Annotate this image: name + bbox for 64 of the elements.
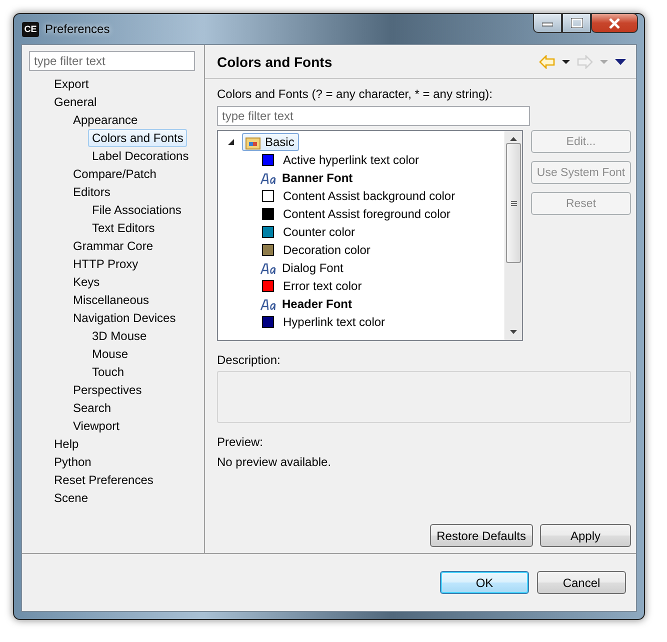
tree-item[interactable]: Help [50,435,83,453]
tree-item[interactable]: Appearance [69,111,142,129]
preview-text: No preview available. [217,455,332,469]
view-menu-icon[interactable] [615,58,626,64]
cancel-button[interactable]: Cancel [537,571,626,594]
tree-item[interactable]: Export [50,75,93,93]
folder-icon [245,134,261,150]
font-icon [260,262,277,274]
dropdown-icon[interactable] [562,60,570,64]
tree-item[interactable]: General [50,93,101,111]
tree-item[interactable]: Banner Font [282,171,353,185]
preview-label: Preview: [217,435,264,449]
tree-item[interactable]: Content Assist foreground color [283,207,450,221]
window-title: Preferences [45,22,110,36]
tree-item[interactable]: Hyperlink text color [283,315,386,329]
page-title: Colors and Fonts [217,54,332,70]
expand-icon[interactable] [228,138,235,146]
grip-icon [510,200,516,206]
maximize-button[interactable] [562,13,591,33]
tree-item[interactable]: Miscellaneous [69,291,154,309]
tree-item[interactable]: Header Font [282,297,352,311]
tree-item[interactable]: Reset Preferences [50,471,158,489]
minimize-button[interactable] [533,13,562,33]
tree-item[interactable]: Scene [50,489,92,507]
font-icon [260,172,277,184]
tree-item[interactable]: Counter color [283,225,356,239]
filter-field[interactable]: type filter text [217,106,530,126]
tree-item[interactable]: HTTP Proxy [69,255,142,273]
app-icon: CE [22,22,39,36]
tree-item[interactable]: File Associations [88,201,186,219]
tree-item[interactable]: Viewport [69,417,124,435]
tree-item[interactable]: 3D Mouse [88,327,151,345]
restore-defaults-button[interactable]: Restore Defaults [430,524,533,547]
close-button[interactable] [591,13,638,33]
tree-item[interactable]: Active hyperlink text color [283,153,420,167]
apply-button[interactable]: Apply [540,524,631,547]
font-icon [260,298,277,310]
tree-item[interactable]: Label Decorations [88,147,193,165]
scrollbar[interactable] [504,131,522,340]
tree-item[interactable]: Error text color [283,279,362,293]
description-label: Description: [217,353,282,367]
tree-item[interactable]: Touch [88,363,128,381]
scroll-up-icon[interactable] [510,137,517,141]
tree-item[interactable]: Compare/Patch [69,165,160,183]
tree-item[interactable]: Perspectives [69,381,146,399]
tree-item[interactable]: Content Assist background color [283,189,456,203]
tree-item[interactable]: Decoration color [283,243,370,257]
tree-item[interactable]: Text Editors [88,219,159,237]
tree-item[interactable]: Python [50,453,96,471]
close-icon [608,18,621,28]
tree-item[interactable]: Colors and Fonts [88,129,188,147]
tree-item[interactable]: Mouse [88,345,132,363]
filter-field[interactable]: type filter text [29,51,195,71]
tree-item[interactable]: Editors [69,183,114,201]
ok-button[interactable]: OK [440,571,529,594]
maximize-icon [570,18,582,28]
tree-item[interactable]: Dialog Font [282,261,344,275]
category-item[interactable]: Basic [242,133,300,151]
tree-item[interactable]: Grammar Core [69,237,158,255]
tree-item[interactable]: Navigation Devices [69,309,180,327]
tree-item[interactable]: Search [69,399,116,417]
filter-label: Colors and Fonts (? = any character, * = any string): [217,87,494,101]
tree-item[interactable]: Keys [69,273,104,291]
scroll-down-icon[interactable] [510,330,517,334]
